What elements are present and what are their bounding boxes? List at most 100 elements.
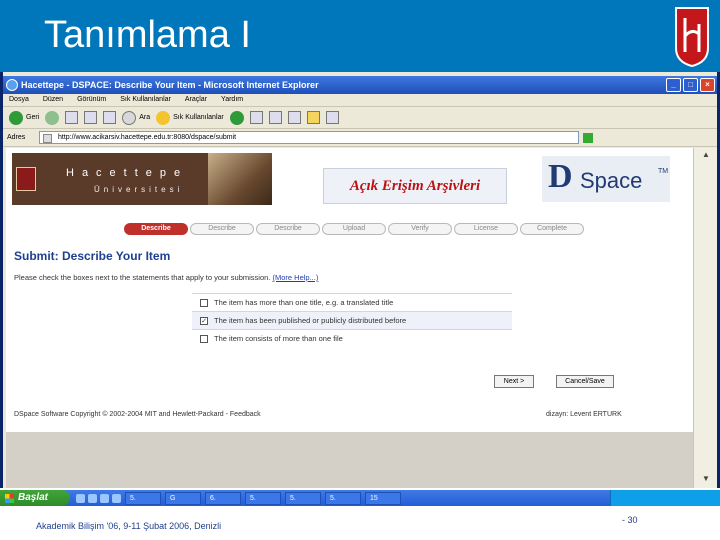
window-controls: _ □ × [666, 78, 715, 92]
step-describe-2[interactable]: Describe [190, 223, 254, 235]
scroll-up-icon[interactable]: ▲ [700, 150, 712, 162]
mail-icon[interactable] [249, 111, 263, 124]
quick-launch-icon[interactable] [76, 493, 85, 503]
menu-tools[interactable]: Araçlar [185, 96, 207, 106]
messenger-icon[interactable] [325, 111, 339, 124]
browser-toolbar: Geri Ara Sık Kullanılanlar [3, 107, 717, 129]
window-titlebar[interactable]: Hacettepe - DSPACE: Describe Your Item -… [3, 76, 717, 94]
checkbox-multiple-files[interactable] [200, 334, 208, 343]
checkbox-multiple-titles[interactable] [200, 298, 208, 307]
step-license[interactable]: License [454, 223, 518, 235]
dspace-logo-d: D [548, 158, 573, 195]
forward-arrow-icon[interactable] [45, 110, 60, 125]
taskbar-item[interactable]: 5. [285, 491, 321, 505]
step-describe-1[interactable]: Describe [124, 223, 188, 235]
star-icon [156, 110, 171, 125]
university-banner: Hacettepe Üniversitesi [12, 153, 272, 205]
refresh-icon[interactable] [84, 111, 98, 124]
favorites-label: Sık Kullanılanlar [173, 114, 224, 121]
search-icon [122, 110, 137, 125]
more-help-link[interactable]: (More Help...) [273, 273, 319, 282]
university-logo-icon [16, 167, 36, 191]
page-icon [43, 134, 52, 143]
maximize-button[interactable]: □ [683, 78, 698, 92]
step-complete[interactable]: Complete [520, 223, 584, 235]
university-name: Hacettepe [66, 167, 189, 179]
step-describe-3[interactable]: Describe [256, 223, 320, 235]
page-content: Hacettepe Üniversitesi Açık Erişim Arşiv… [6, 148, 693, 488]
dspace-logo: D Space TM [542, 156, 670, 202]
taskbar-item[interactable]: 6. [205, 491, 241, 505]
university-sub: Üniversitesi [94, 185, 184, 194]
minimize-button[interactable]: _ [666, 78, 681, 92]
menu-edit[interactable]: Düzen [43, 96, 63, 106]
quick-launch-icon[interactable] [112, 493, 121, 503]
copyright-text[interactable]: DSpace Software Copyright © 2002-2004 MI… [14, 411, 261, 418]
menu-file[interactable]: Dosya [9, 96, 29, 106]
menu-bar: Dosya Düzen Görünüm Sık Kullanılanlar Ar… [3, 94, 717, 107]
taskbar-item[interactable]: 5. [125, 491, 161, 505]
step-upload[interactable]: Upload [322, 223, 386, 235]
back-button[interactable]: Geri [9, 110, 40, 125]
history-icon[interactable] [229, 110, 244, 125]
taskbar: Başlat 5. G 6. 5. 5. 5. 15 [0, 490, 720, 506]
slide-header: Tanımlama I [0, 0, 720, 72]
taskbar-item[interactable]: G [165, 491, 201, 505]
browser-window: Hacettepe - DSPACE: Describe Your Item -… [0, 72, 720, 488]
step-verify[interactable]: Verify [388, 223, 452, 235]
stop-icon[interactable] [65, 111, 79, 124]
folder-icon[interactable] [306, 111, 320, 124]
quick-launch-icon[interactable] [100, 493, 109, 503]
url-text: http://www.acikarsiv.hacettepe.edu.tr:80… [58, 134, 237, 141]
menu-view[interactable]: Görünüm [77, 96, 106, 106]
hacettepe-logo-icon [675, 7, 709, 68]
progress-steps: Describe Describe Describe Upload Verify… [124, 223, 584, 235]
instruction-text: Please check the boxes next to the state… [14, 273, 318, 282]
campus-photo [208, 153, 272, 205]
search-button[interactable]: Ara [122, 110, 150, 125]
page-title: Submit: Describe Your Item [14, 249, 171, 263]
option-multiple-files[interactable]: The item consists of more than one file [192, 329, 512, 347]
taskbar-item[interactable]: 5. [325, 491, 361, 505]
vertical-scrollbar[interactable]: ▲ ▼ [693, 148, 717, 488]
cancel-save-button[interactable]: Cancel/Save [556, 375, 614, 388]
close-button[interactable]: × [700, 78, 715, 92]
taskbar-item[interactable]: 15 [365, 491, 401, 505]
edit-icon[interactable] [287, 111, 301, 124]
go-icon[interactable] [583, 132, 593, 143]
dspace-logo-text: Space [580, 168, 643, 193]
quick-launch-icon[interactable] [88, 493, 97, 503]
system-tray [610, 490, 720, 506]
menu-favorites[interactable]: Sık Kullanılanlar [120, 96, 171, 106]
archive-title: Açık Erişim Arşivleri [323, 168, 507, 204]
option-label: The item consists of more than one file [214, 334, 343, 343]
checkbox-published-before[interactable]: ✓ [200, 316, 208, 325]
menu-help[interactable]: Yardım [221, 96, 243, 106]
dspace-trademark: TM [658, 168, 669, 175]
option-label: The item has been published or publicly … [214, 316, 407, 325]
back-label: Geri [26, 114, 40, 121]
option-label: The item has more than one title, e.g. a… [214, 298, 394, 307]
slide-footer: Akademik Bilişim '06, 9-11 Şubat 2006, D… [36, 521, 222, 531]
url-field[interactable]: http://www.acikarsiv.hacettepe.edu.tr:80… [39, 131, 579, 144]
taskbar-item[interactable]: 5. [245, 491, 281, 505]
option-multiple-titles[interactable]: The item has more than one title, e.g. a… [192, 293, 512, 311]
back-arrow-icon [9, 110, 23, 125]
favorites-button[interactable]: Sık Kullanılanlar [156, 110, 224, 125]
print-icon[interactable] [268, 111, 282, 124]
slide-title: Tanımlama I [44, 14, 251, 56]
scroll-down-icon[interactable]: ▼ [700, 474, 712, 486]
designer-text: dizayn: Levent ERTURK [546, 411, 622, 418]
option-published-before[interactable]: ✓ The item has been published or publicl… [192, 311, 512, 329]
next-button[interactable]: Next > [494, 375, 534, 388]
instruction-label: Please check the boxes next to the state… [14, 273, 271, 282]
options-list: The item has more than one title, e.g. a… [192, 293, 512, 347]
page-footer: DSpace Software Copyright © 2002-2004 MI… [6, 411, 693, 423]
slide-page-number: - 30 [622, 515, 638, 525]
home-icon[interactable] [103, 111, 117, 124]
empty-area [6, 432, 693, 488]
start-button[interactable]: Başlat [0, 490, 70, 506]
address-label: Adres [7, 134, 26, 141]
address-bar: Adres http://www.acikarsiv.hacettepe.edu… [3, 129, 717, 147]
quick-launch [76, 493, 121, 503]
